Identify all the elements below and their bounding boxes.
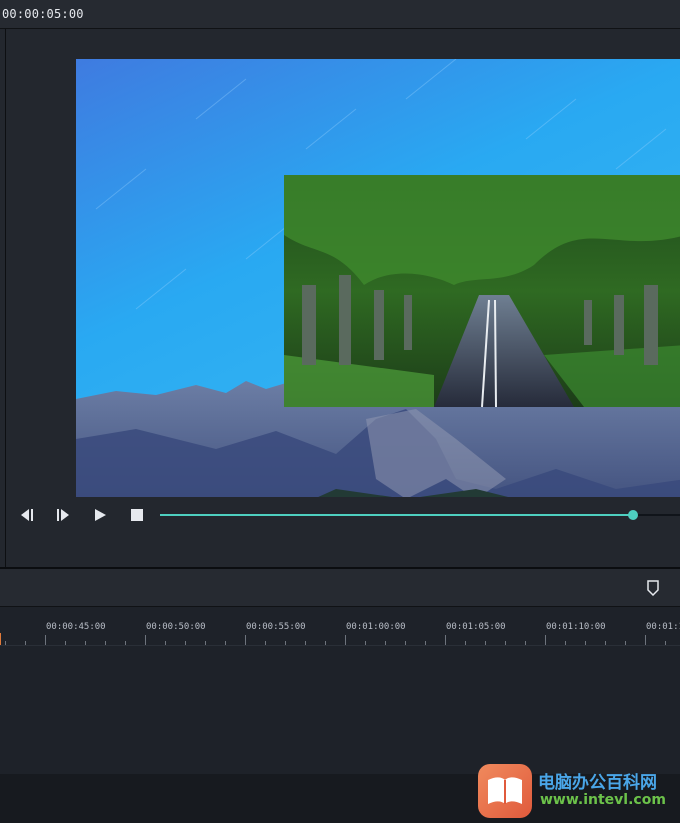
- ruler-minor-tick: [485, 641, 486, 645]
- ruler-minor-tick: [505, 641, 506, 645]
- ruler-minor-tick: [665, 641, 666, 645]
- ruler-minor-tick: [105, 641, 106, 645]
- timeline-toolbar: [0, 569, 680, 607]
- ruler-minor-tick: [165, 641, 166, 645]
- video-frame: [76, 59, 680, 525]
- playhead-marker[interactable]: [0, 633, 1, 645]
- ruler-minor-tick: [5, 641, 6, 645]
- ruler-label: 00:00:45:00: [46, 622, 106, 632]
- ruler-minor-tick: [565, 641, 566, 645]
- marker-icon[interactable]: [646, 580, 660, 597]
- ruler-minor-tick: [405, 641, 406, 645]
- playback-scrubber[interactable]: [160, 510, 680, 520]
- ruler-major-tick: [245, 635, 246, 645]
- ruler-minor-tick: [625, 641, 626, 645]
- ruler-minor-tick: [585, 641, 586, 645]
- watermark-title: 电脑办公百科网: [538, 773, 657, 793]
- ruler-minor-tick: [325, 641, 326, 645]
- step-back-icon[interactable]: [16, 506, 38, 524]
- ruler-minor-tick: [225, 641, 226, 645]
- timeline-ruler[interactable]: 00:00:45:00 00:00:50:00 00:00:55:00 00:01:0…: [0, 607, 680, 646]
- ruler-minor-tick: [65, 641, 66, 645]
- ruler-label: 00:01:1: [646, 622, 680, 632]
- site-watermark: 电脑办公百科网 www.intevl.com: [476, 762, 680, 820]
- ruler-label: 00:01:00:00: [346, 622, 406, 632]
- ruler-label: 00:00:50:00: [146, 622, 206, 632]
- scrubber-progress: [160, 514, 634, 516]
- ruler-minor-tick: [425, 641, 426, 645]
- ruler-minor-tick: [185, 641, 186, 645]
- ruler-label: 00:01:05:00: [446, 622, 506, 632]
- ruler-label: 00:01:10:00: [546, 622, 606, 632]
- video-preview: [76, 59, 680, 525]
- ruler-minor-tick: [285, 641, 286, 645]
- ruler-major-tick: [145, 635, 146, 645]
- preview-player: [6, 29, 680, 567]
- ruler-major-tick: [345, 635, 346, 645]
- scrubber-handle[interactable]: [628, 510, 639, 520]
- ruler-major-tick: [545, 635, 546, 645]
- watermark-url: www.intevl.com: [540, 792, 666, 808]
- ruler-minor-tick: [85, 641, 86, 645]
- ruler-major-tick: [445, 635, 446, 645]
- ruler-minor-tick: [125, 641, 126, 645]
- ruler-minor-tick: [25, 641, 26, 645]
- playback-controls: [6, 497, 680, 567]
- ruler-minor-tick: [525, 641, 526, 645]
- ruler-minor-tick: [605, 641, 606, 645]
- current-timecode: 00:00:05:00: [2, 7, 84, 21]
- ruler-label: 00:00:55:00: [246, 622, 306, 632]
- ruler-minor-tick: [305, 641, 306, 645]
- book-logo-icon: [478, 764, 532, 818]
- stop-icon[interactable]: [127, 506, 149, 524]
- ruler-minor-tick: [385, 641, 386, 645]
- step-forward-icon[interactable]: [53, 506, 75, 524]
- ruler-minor-tick: [265, 641, 266, 645]
- ruler-major-tick: [45, 635, 46, 645]
- ruler-minor-tick: [365, 641, 366, 645]
- ruler-minor-tick: [465, 641, 466, 645]
- ruler-minor-tick: [205, 641, 206, 645]
- timeline-tracks[interactable]: [0, 646, 680, 774]
- play-icon[interactable]: [90, 506, 112, 524]
- preview-header: 00:00:05:00: [0, 0, 680, 29]
- ruler-major-tick: [645, 635, 646, 645]
